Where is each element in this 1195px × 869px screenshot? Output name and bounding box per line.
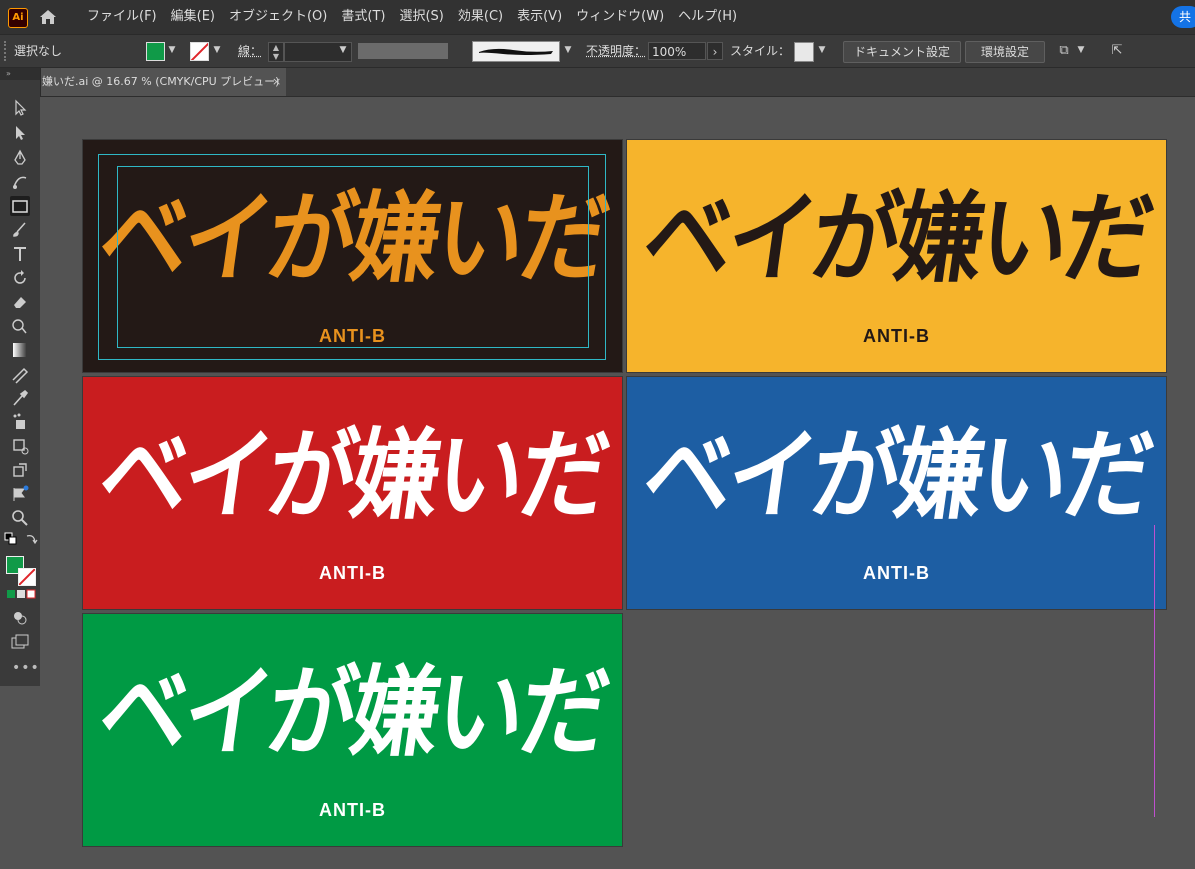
app-logo: Ai [8, 8, 28, 28]
stroke-swatch[interactable] [190, 42, 209, 61]
fill-swatch[interactable] [146, 42, 165, 61]
chevron-down-icon[interactable]: ▼ [562, 42, 574, 59]
stroke-stepper[interactable]: ▲ ▼ [268, 42, 284, 62]
close-icon[interactable]: × [272, 68, 281, 96]
shape-builder-tool-icon[interactable] [10, 316, 30, 336]
scale-tool-icon[interactable] [10, 460, 30, 480]
artboard-subtitle: ANTI-B [863, 563, 930, 583]
artboard-2[interactable]: ベイが嫌いだ ANTI-B [627, 140, 1166, 372]
swap-colors-icon[interactable] [24, 532, 38, 546]
blend-tool-icon[interactable] [10, 364, 30, 384]
control-bar: 選択なし ▼ ▼ 線： ▲ ▼ ▼ ▼ 不透明度： 100% › スタイル： ▼ … [0, 35, 1195, 68]
rectangle-tool-icon [12, 200, 28, 213]
artboard-4[interactable]: ベイが嫌いだ ANTI-B [627, 377, 1166, 609]
arrange-icon[interactable]: ⧉ [1055, 43, 1073, 59]
artboard-subtitle: ANTI-B [319, 563, 386, 583]
chevron-right-icon[interactable]: › [707, 42, 723, 60]
stroke-label[interactable]: 線： [238, 35, 262, 67]
artboard-1[interactable]: ベイが嫌いだ ANTI-B [83, 140, 622, 372]
artboard-subtitle: ANTI-B [319, 800, 386, 820]
artboard-title: ベイが嫌いだ [636, 417, 1157, 534]
eraser-tool-icon[interactable] [10, 292, 30, 312]
default-colors-icon[interactable] [4, 532, 18, 546]
type-tool-icon[interactable] [10, 244, 30, 264]
panel-collapse-handle[interactable]: » [0, 68, 40, 80]
color-mode-icons[interactable] [6, 588, 36, 600]
stroke-color-swatch[interactable] [18, 568, 36, 586]
graphic-style-swatch[interactable] [794, 42, 814, 62]
document-setup-button[interactable]: ドキュメント設定 [843, 41, 961, 63]
artboard-tool-icon[interactable] [10, 436, 30, 456]
artboard-3[interactable]: ベイが嫌いだ ANTI-B [83, 377, 622, 609]
chevron-down-icon[interactable]: ▼ [166, 42, 178, 59]
smart-guide-line [1154, 525, 1155, 817]
grip-handle[interactable] [4, 41, 8, 61]
chevron-down-icon[interactable]: ▼ [1075, 42, 1087, 59]
artboard-title: ベイが嫌いだ [92, 654, 613, 771]
document-tab-title: 嫌いだ.ai @ 16.67 % (CMYK/CPU プレビュー) [42, 75, 280, 88]
eyedropper-tool-icon[interactable] [10, 388, 30, 408]
brush-stroke-icon [479, 48, 553, 55]
draw-mode-icon[interactable] [10, 608, 30, 628]
symbol-sprayer-tool-icon[interactable] [10, 412, 30, 432]
chevron-down-icon[interactable]: ▼ [816, 42, 828, 59]
export-icon[interactable]: ⇱ [1108, 43, 1126, 59]
zoom-tool-icon[interactable] [10, 508, 30, 528]
fill-stroke-control[interactable] [6, 556, 36, 586]
menu-effect[interactable]: 効果(C) [451, 0, 510, 34]
rotate-tool-icon[interactable] [10, 268, 30, 288]
variable-width-profile[interactable] [358, 43, 448, 59]
menu-type[interactable]: 書式(T) [334, 0, 392, 34]
menu-window[interactable]: ウィンドウ(W) [569, 0, 671, 34]
menu-select[interactable]: 選択(S) [392, 0, 450, 34]
preferences-button[interactable]: 環境設定 [965, 41, 1045, 63]
canvas[interactable]: ベイが嫌いだ ANTI-B ベイが嫌いだ ANTI-B ベイが嫌いだ ANTI-… [40, 97, 1195, 869]
document-tab[interactable]: 嫌いだ.ai @ 16.67 % (CMYK/CPU プレビュー) × [40, 68, 286, 96]
artboard-title: ベイが嫌いだ [636, 180, 1157, 297]
menu-view[interactable]: 表示(V) [510, 0, 569, 34]
artboard-subtitle: ANTI-B [863, 326, 930, 346]
opacity-input[interactable]: 100% [648, 42, 706, 60]
chevron-down-icon[interactable]: ▼ [211, 42, 223, 59]
gradient-tool-icon[interactable] [10, 340, 30, 360]
menu-items: ファイル(F) 編集(E) オブジェクト(O) 書式(T) 選択(S) 効果(C… [80, 0, 744, 34]
more-tools-icon[interactable]: ••• [12, 660, 40, 676]
curvature-tool-icon[interactable] [10, 172, 30, 192]
rectangle-tool[interactable] [10, 196, 30, 216]
selection-bounding-box-inner [117, 166, 589, 348]
menu-help[interactable]: ヘルプ(H) [671, 0, 744, 34]
tools-panel: » ••• [0, 68, 41, 686]
screen-mode-icon[interactable] [10, 632, 30, 652]
document-tab-bar: 嫌いだ.ai @ 16.67 % (CMYK/CPU プレビュー) × [40, 68, 1195, 97]
paintbrush-tool-icon[interactable] [10, 220, 30, 240]
menu-object[interactable]: オブジェクト(O) [222, 0, 334, 34]
artboard-title: ベイが嫌いだ [92, 417, 613, 534]
artboard-5[interactable]: ベイが嫌いだ ANTI-B [83, 614, 622, 846]
chevron-down-icon[interactable]: ▼ [337, 42, 349, 59]
menu-edit[interactable]: 編集(E) [164, 0, 222, 34]
direct-selection-tool-icon[interactable] [10, 123, 30, 143]
brush-definition[interactable] [472, 41, 560, 62]
menu-bar: Ai ファイル(F) 編集(E) オブジェクト(O) 書式(T) 選択(S) 効… [0, 0, 1195, 35]
menu-file[interactable]: ファイル(F) [80, 0, 164, 34]
home-icon[interactable] [38, 8, 58, 26]
pen-tool-icon[interactable] [10, 148, 30, 168]
selection-tool-icon[interactable] [10, 98, 30, 118]
style-label: スタイル： [730, 44, 791, 58]
opacity-label[interactable]: 不透明度： [586, 35, 646, 67]
selection-status: 選択なし [14, 44, 63, 58]
puppet-warp-tool-icon[interactable] [10, 484, 30, 504]
share-button[interactable]: 共 [1171, 6, 1195, 28]
